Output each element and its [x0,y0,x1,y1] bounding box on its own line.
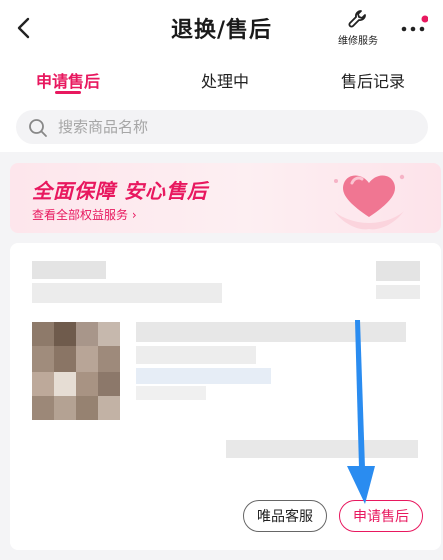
wrench-icon [348,10,366,28]
blurred-order-status [376,261,420,281]
blurred-order-total [226,440,418,458]
blurred-store-subtitle [32,283,222,303]
tab-bar: 申请售后 处理中 售后记录 [0,56,443,102]
tab-apply-after-sales[interactable]: 申请售后 [36,68,100,92]
tab-processing[interactable]: 处理中 [201,68,249,92]
guarantee-banner[interactable]: 全面保障 安心售后 查看全部权益服务 › [10,163,441,233]
annotation-arrow-icon [347,320,375,504]
more-dots-icon [401,15,429,32]
search-box [16,110,428,144]
repair-service-button[interactable]: 维修服务 [334,8,382,52]
customer-service-button[interactable]: 唯品客服 [243,500,327,532]
search-icon [29,119,47,137]
blurred-store-name [32,261,106,279]
search-section [0,102,443,152]
blurred-order-status-detail [376,285,420,299]
heart-in-hands-icon [334,174,405,230]
banner-title: 全面保障 安心售后 [32,179,208,203]
blurred-product-quantity [136,386,206,400]
top-bar: 退换/售后 维修服务 [0,0,443,56]
repair-service-label: 维修服务 [338,36,378,47]
active-tab-indicator [55,91,81,94]
tab-after-sales-records[interactable]: 售后记录 [341,68,405,92]
blurred-product-spec [136,368,271,384]
view-all-benefits-link[interactable]: 查看全部权益服务 › [32,206,137,223]
product-image [32,322,120,420]
more-button[interactable] [398,14,429,40]
blurred-product-title-line2 [136,346,256,364]
search-input[interactable] [58,110,408,144]
